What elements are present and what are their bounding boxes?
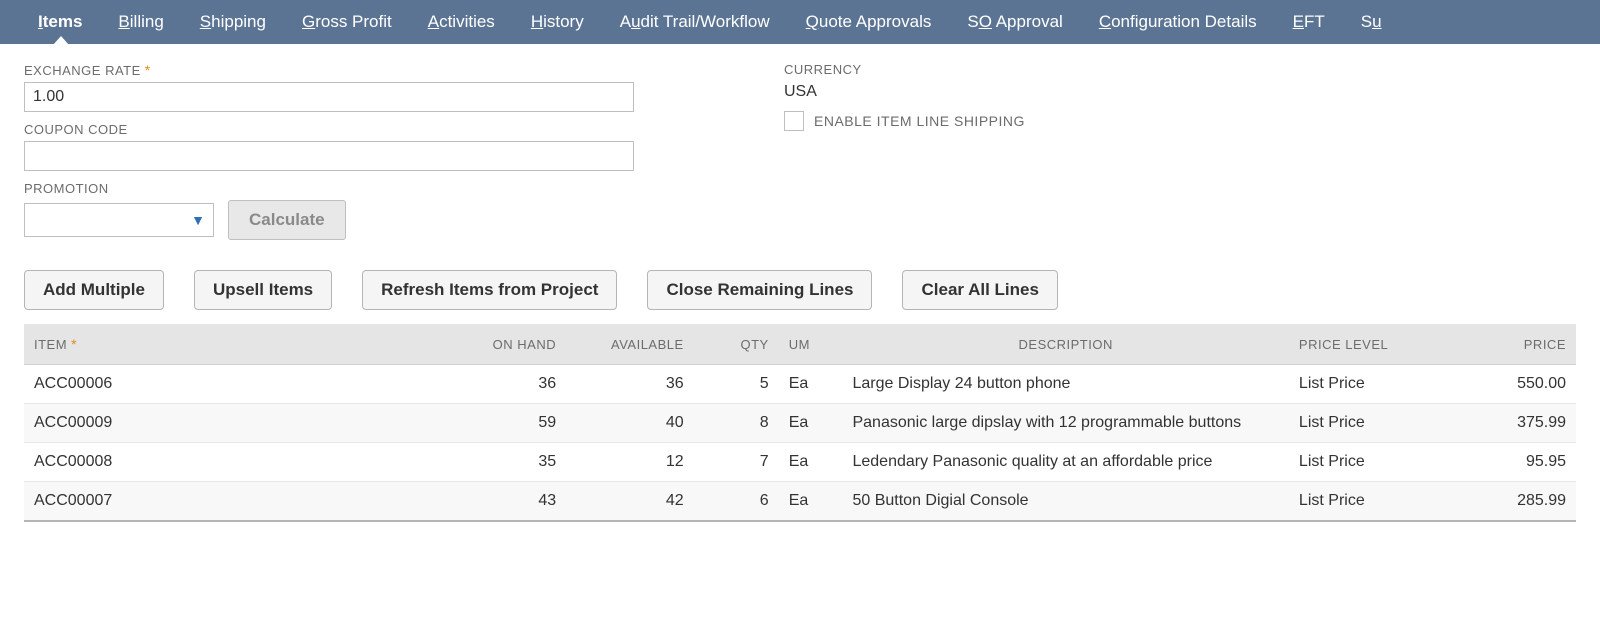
tab-10[interactable]: EFT [1275,0,1343,44]
enable-shipping-checkbox[interactable] [784,111,804,131]
cell-qty: 7 [694,443,779,482]
form-area: EXCHANGE RATE* COUPON CODE PROMOTION ▼ C… [0,44,1600,260]
exchange-rate-label: EXCHANGE RATE* [24,62,634,78]
cell-um: Ea [779,404,843,443]
tab-3[interactable]: Gross Profit [284,0,410,44]
cell-onhand: 35 [449,443,566,482]
table-row[interactable]: ACC0000835127EaLedendary Panasonic quali… [24,443,1576,482]
tab-6[interactable]: Audit Trail/Workflow [602,0,788,44]
items-table: ITEM* ON HAND AVAILABLE QTY UM DESCRIPTI… [24,324,1576,522]
clear-all-button[interactable]: Clear All Lines [902,270,1057,310]
cell-onhand: 36 [449,365,566,404]
cell-description: 50 Button Digial Console [842,482,1288,522]
upsell-items-button[interactable]: Upsell Items [194,270,332,310]
enable-shipping-label: ENABLE ITEM LINE SHIPPING [814,113,1025,129]
cell-available: 40 [566,404,694,443]
cell-available: 12 [566,443,694,482]
cell-description: Large Display 24 button phone [842,365,1288,404]
cell-qty: 5 [694,365,779,404]
col-header-description[interactable]: DESCRIPTION [842,324,1288,365]
chevron-down-icon: ▼ [191,212,205,228]
cell-price: 95.95 [1448,443,1576,482]
currency-label: CURRENCY [784,62,1025,77]
cell-description: Panasonic large dipslay with 12 programm… [842,404,1288,443]
table-row[interactable]: ACC0000743426Ea50 Button Digial ConsoleL… [24,482,1576,522]
tab-11[interactable]: Su [1343,0,1400,44]
cell-item: ACC00009 [24,404,449,443]
promotion-select[interactable]: ▼ [24,203,214,237]
cell-price: 375.99 [1448,404,1576,443]
tab-1[interactable]: Billing [100,0,181,44]
tab-4[interactable]: Activities [410,0,513,44]
tab-0[interactable]: Items [20,0,100,44]
cell-item: ACC00006 [24,365,449,404]
cell-um: Ea [779,443,843,482]
cell-qty: 6 [694,482,779,522]
cell-price: 285.99 [1448,482,1576,522]
col-header-available[interactable]: AVAILABLE [566,324,694,365]
cell-um: Ea [779,365,843,404]
cell-um: Ea [779,482,843,522]
promotion-label: PROMOTION [24,181,634,196]
action-button-row: Add Multiple Upsell Items Refresh Items … [0,260,1600,324]
col-header-price[interactable]: PRICE [1448,324,1576,365]
cell-item: ACC00007 [24,482,449,522]
cell-pricelevel: List Price [1289,365,1448,404]
coupon-code-input[interactable] [24,141,634,171]
table-row[interactable]: ACC0000636365EaLarge Display 24 button p… [24,365,1576,404]
cell-onhand: 59 [449,404,566,443]
cell-pricelevel: List Price [1289,404,1448,443]
add-multiple-button[interactable]: Add Multiple [24,270,164,310]
cell-onhand: 43 [449,482,566,522]
tab-5[interactable]: History [513,0,602,44]
cell-pricelevel: List Price [1289,482,1448,522]
cell-description: Ledendary Panasonic quality at an afford… [842,443,1288,482]
cell-pricelevel: List Price [1289,443,1448,482]
tab-9[interactable]: Configuration Details [1081,0,1275,44]
coupon-code-label: COUPON CODE [24,122,634,137]
cell-available: 42 [566,482,694,522]
refresh-items-button[interactable]: Refresh Items from Project [362,270,617,310]
currency-value: USA [784,83,1025,101]
calculate-button[interactable]: Calculate [228,200,346,240]
col-header-onhand[interactable]: ON HAND [449,324,566,365]
col-header-pricelevel[interactable]: PRICE LEVEL [1289,324,1448,365]
table-row[interactable]: ACC0000959408EaPanasonic large dipslay w… [24,404,1576,443]
col-header-item[interactable]: ITEM* [24,324,449,365]
exchange-rate-input[interactable] [24,82,634,112]
cell-available: 36 [566,365,694,404]
cell-qty: 8 [694,404,779,443]
cell-price: 550.00 [1448,365,1576,404]
close-remaining-button[interactable]: Close Remaining Lines [647,270,872,310]
col-header-qty[interactable]: QTY [694,324,779,365]
tab-7[interactable]: Quote Approvals [788,0,950,44]
tab-8[interactable]: SO Approval [949,0,1080,44]
cell-item: ACC00008 [24,443,449,482]
col-header-um[interactable]: UM [779,324,843,365]
tab-2[interactable]: Shipping [182,0,284,44]
tab-bar: ItemsBillingShippingGross ProfitActiviti… [0,0,1600,44]
